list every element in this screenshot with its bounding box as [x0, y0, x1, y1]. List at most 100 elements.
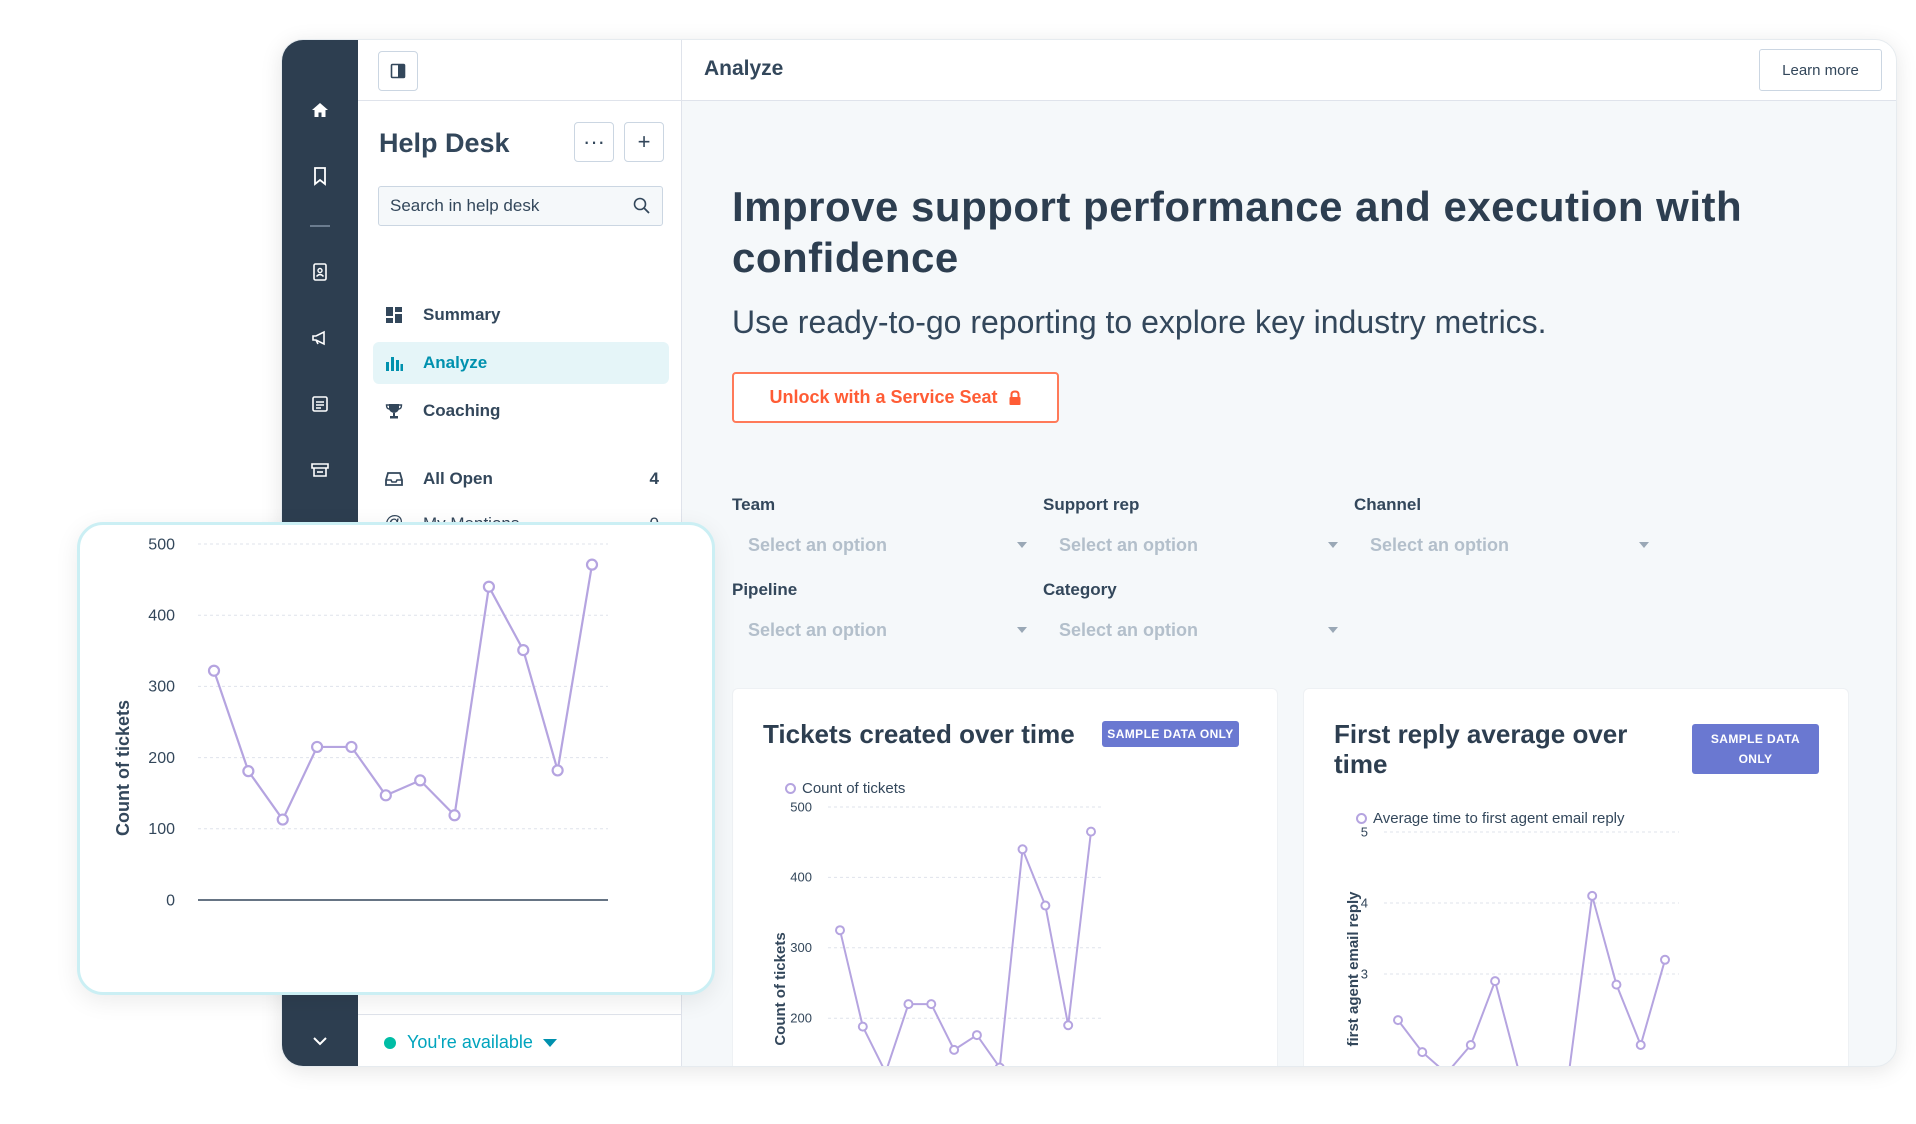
more-options-button[interactable]: ··· — [574, 122, 614, 162]
data-point — [857, 1021, 868, 1032]
data-point — [1611, 979, 1622, 990]
filter-label-category: Category — [1043, 580, 1117, 599]
pipeline-select[interactable]: Select an option — [732, 612, 1027, 648]
first-reply-card: First reply average over time SAMPLE DAT… — [1303, 688, 1849, 1066]
nav-item-all-open[interactable]: All Open 4 — [373, 458, 669, 500]
data-point — [1587, 890, 1598, 901]
sidebar-title: Help Desk — [379, 128, 510, 158]
data-point — [1660, 954, 1670, 965]
support-rep-select[interactable]: Select an option — [1043, 527, 1338, 563]
bar-chart-icon — [383, 352, 405, 374]
nav-item-label: Summary — [423, 305, 501, 324]
select-placeholder: Select an option — [748, 619, 888, 640]
trophy-icon — [383, 400, 405, 422]
hero-subtitle: Use ready-to-go reporting to explore key… — [732, 304, 1547, 340]
team-select[interactable]: Select an option — [732, 527, 1027, 563]
y-tick-label: 500 — [148, 536, 175, 553]
data-point — [551, 764, 564, 777]
search-icon[interactable] — [632, 196, 652, 216]
home-icon[interactable] — [302, 92, 338, 128]
select-placeholder: Select an option — [1059, 534, 1199, 555]
y-tick-label: 0 — [166, 892, 175, 909]
nav-item-analyze[interactable]: Analyze — [373, 342, 669, 384]
data-point — [448, 809, 461, 822]
megaphone-icon[interactable] — [302, 320, 338, 356]
unlock-service-seat-button[interactable]: Unlock with a Service Seat — [732, 372, 1059, 423]
y-tick-label: 500 — [790, 799, 812, 814]
series-line — [1397, 895, 1666, 1066]
nav-item-label: All Open — [423, 469, 493, 488]
filter-label-pipeline: Pipeline — [732, 580, 798, 599]
nav-item-label: Analyze — [423, 353, 488, 372]
chevron-down-icon — [1328, 627, 1338, 633]
data-point — [835, 925, 845, 936]
data-point — [1017, 844, 1028, 855]
data-point — [926, 999, 937, 1010]
inbox-icon — [383, 468, 405, 490]
data-point — [903, 999, 914, 1010]
y-axis-label: Count of tickets — [772, 932, 789, 1045]
y-tick-label: 400 — [790, 870, 812, 885]
data-point — [971, 1030, 982, 1041]
channel-select[interactable]: Select an option — [1354, 527, 1649, 563]
commerce-icon[interactable] — [302, 452, 338, 488]
first-reply-line-chart: 345first agent email reply — [1345, 824, 1679, 1066]
data-point — [345, 740, 358, 754]
select-placeholder: Select an option — [1370, 534, 1510, 555]
data-point — [949, 1044, 960, 1055]
data-point — [517, 643, 530, 657]
data-point — [585, 558, 599, 571]
y-tick-label: 5 — [1361, 824, 1368, 839]
data-point — [414, 774, 427, 787]
chevron-down-icon — [1017, 627, 1027, 633]
data-point — [994, 1062, 1005, 1066]
data-point — [310, 740, 324, 754]
nav-item-summary[interactable]: Summary — [373, 294, 669, 336]
y-tick-label: 300 — [790, 940, 812, 955]
filter-label-support-rep: Support rep — [1043, 495, 1140, 514]
y-tick-label: 100 — [148, 821, 175, 838]
floating-line-chart: 0 100 200 300 400 500 Count of tickets — [113, 536, 608, 909]
collapse-sidebar-button[interactable] — [378, 51, 418, 91]
add-button[interactable]: + — [624, 122, 664, 162]
rail-divider — [310, 225, 330, 227]
data-point — [276, 813, 289, 826]
open-count: 4 — [649, 469, 659, 488]
main-content: Improve support performance and executio… — [682, 101, 1896, 1066]
y-tick-label: 200 — [148, 750, 175, 767]
learn-more-button[interactable]: Learn more — [1759, 49, 1882, 91]
bookmark-icon[interactable] — [302, 158, 338, 194]
category-select[interactable]: Select an option — [1043, 612, 1338, 648]
select-placeholder: Select an option — [1059, 619, 1199, 640]
search-input[interactable] — [379, 187, 619, 225]
content-icon[interactable] — [302, 386, 338, 422]
availability-toggle[interactable]: You're available — [384, 1032, 557, 1053]
nav-item-label: Coaching — [423, 401, 501, 420]
y-tick-label: 200 — [790, 1011, 812, 1026]
filter-label-channel: Channel — [1354, 495, 1422, 514]
tickets-line-chart: 200 300 400 500 Count of tickets — [772, 799, 1103, 1066]
contacts-icon[interactable] — [302, 254, 338, 290]
data-point — [1465, 1040, 1476, 1050]
expand-icon[interactable] — [302, 1023, 338, 1059]
status-dot-icon — [384, 1036, 396, 1049]
y-axis-label: first agent email reply — [1345, 891, 1362, 1047]
data-point — [482, 580, 496, 593]
tickets-created-card: Tickets created over time SAMPLE DATA ON… — [732, 688, 1278, 1066]
nav-item-coaching[interactable]: Coaching — [373, 390, 669, 432]
data-point — [242, 765, 255, 778]
chevron-down-icon — [1639, 542, 1649, 548]
chevron-down-icon — [1328, 542, 1338, 548]
lock-icon — [1009, 389, 1021, 405]
dashboard-icon — [383, 304, 405, 326]
series-line — [212, 564, 594, 822]
y-tick-label: 300 — [148, 679, 175, 696]
page-header: Analyze Learn more — [682, 40, 1896, 101]
availability-bar: You're available — [358, 1014, 681, 1066]
data-point — [1393, 1015, 1403, 1026]
sidebar-header-bar — [358, 40, 681, 101]
data-point — [379, 789, 392, 802]
data-point — [1040, 900, 1051, 911]
page-title: Analyze — [704, 57, 784, 80]
select-placeholder: Select an option — [748, 534, 888, 555]
